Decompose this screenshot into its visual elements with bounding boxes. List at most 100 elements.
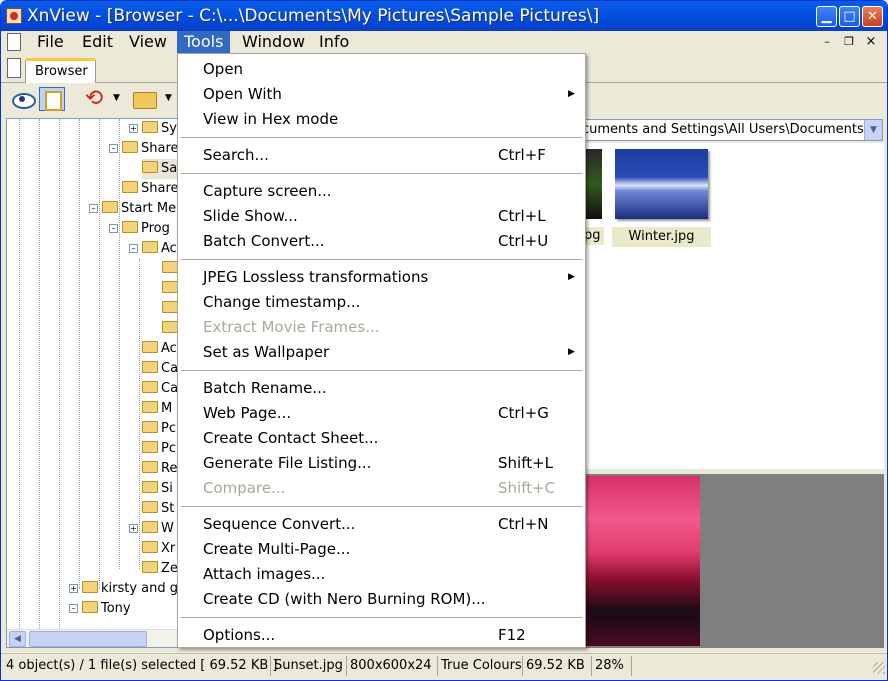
tree-item[interactable]: Xr (142, 539, 175, 559)
close-icon: ✕ (867, 9, 878, 24)
status-zoom: 28% (592, 656, 632, 676)
menu-item-create-cd[interactable]: Create CD (with Nero Burning ROM)... (179, 587, 584, 612)
tree-item[interactable]: – Start Me (89, 199, 176, 219)
tree-item[interactable]: M (142, 399, 172, 419)
tree-item[interactable] (162, 299, 177, 319)
tree-item[interactable]: Ze (142, 559, 177, 579)
tree-item[interactable]: Si (142, 479, 173, 499)
tree-item[interactable]: Pc (142, 439, 176, 459)
menu-item-search[interactable]: Search... Ctrl+F (179, 143, 584, 168)
maximize-button[interactable]: □ (839, 6, 860, 27)
folder-icon[interactable] (131, 87, 157, 111)
preview-pane (584, 474, 884, 648)
mdi-close-icon[interactable]: × (863, 34, 879, 50)
expand-icon[interactable]: + (129, 524, 138, 533)
mdi-restore-icon[interactable]: ❐ (841, 34, 857, 50)
refresh-icon[interactable]: ⟲ (81, 87, 107, 111)
menu-item-set-wallpaper[interactable]: Set as Wallpaper ▶ (179, 340, 584, 365)
document-icon[interactable] (7, 58, 21, 78)
menu-view[interactable]: View (122, 31, 174, 53)
tree-item[interactable]: Sa (142, 159, 177, 179)
collapse-icon[interactable]: – (89, 204, 98, 213)
title-bar[interactable]: XnView - [Browser - C:\...\Documents\My … (1, 1, 887, 31)
document-icon[interactable] (7, 33, 21, 51)
expand-icon[interactable]: + (69, 584, 78, 593)
menu-item-capture-screen[interactable]: Capture screen... (179, 179, 584, 204)
menu-item-slide-show[interactable]: Slide Show... Ctrl+L (179, 204, 584, 229)
tree-item[interactable] (162, 259, 177, 279)
collapse-icon[interactable]: – (69, 604, 78, 613)
tree-item[interactable]: + kirsty and g (69, 579, 177, 599)
submenu-arrow-icon: ▶ (568, 272, 575, 282)
thumbnail-label[interactable]: pg (584, 227, 604, 245)
menu-file[interactable]: File (30, 31, 71, 53)
close-button[interactable]: ✕ (862, 6, 883, 27)
path-combobox[interactable]: cuments and Settings\All Users\Documents… (579, 119, 883, 141)
tree-item[interactable]: + Sy (129, 119, 177, 139)
folder-icon (142, 461, 158, 473)
menu-item-batch-rename[interactable]: Batch Rename... (179, 376, 584, 401)
menu-item-sequence-convert[interactable]: Sequence Convert... Ctrl+N (179, 512, 584, 537)
menu-info[interactable]: Info (312, 31, 356, 53)
collapse-icon[interactable]: – (129, 244, 138, 253)
collapse-icon[interactable]: – (109, 224, 118, 233)
thumbnail-winter-label[interactable]: Winter.jpg (612, 227, 711, 247)
menu-item-open-with[interactable]: Open With ▶ (179, 82, 584, 107)
status-filename: Sunset.jpg (271, 656, 347, 676)
chevron-down-icon[interactable]: ▼ (864, 120, 882, 140)
resize-grip-icon[interactable] (873, 662, 885, 674)
tree-item[interactable]: – Tony (69, 599, 131, 619)
menu-window[interactable]: Window (235, 31, 312, 53)
dropdown-arrow-icon[interactable]: ▼ (113, 93, 120, 103)
scrollbar-thumb[interactable] (29, 631, 147, 647)
menu-separator (181, 370, 582, 371)
menu-item-view-hex[interactable]: View in Hex mode (179, 107, 584, 132)
tree-horizontal-scrollbar[interactable]: ◀ (7, 629, 177, 647)
thumbnail-view[interactable]: pg Winter.jpg (584, 143, 884, 469)
menu-item-attach-images[interactable]: Attach images... (179, 562, 584, 587)
tab-browser[interactable]: Browser (25, 58, 96, 83)
tree-item[interactable]: – Share (109, 139, 177, 159)
tree-item[interactable]: + W (129, 519, 174, 539)
menu-tools[interactable]: Tools (177, 31, 231, 53)
tree-item[interactable]: – Ac (129, 239, 177, 259)
eye-icon[interactable] (9, 87, 36, 111)
folder-tree[interactable]: + Sy – Share Sa Share – Start Me – Prog – Ac … (6, 118, 178, 648)
menu-item-web-page[interactable]: Web Page... Ctrl+G (179, 401, 584, 426)
collapse-icon[interactable]: – (109, 144, 118, 153)
menu-item-options[interactable]: Options... F12 (179, 623, 584, 648)
tree-item[interactable]: Re (142, 459, 177, 479)
thumbnail-image[interactable] (584, 149, 602, 219)
mdi-minimize-icon[interactable]: – (819, 34, 835, 50)
menu-item-contact-sheet[interactable]: Create Contact Sheet... (179, 426, 584, 451)
scroll-left-icon[interactable]: ◀ (9, 631, 26, 647)
menu-item-jpeg-lossless[interactable]: JPEG Lossless transformations ▶ (179, 265, 584, 290)
menu-item-open[interactable]: Open (179, 57, 584, 82)
folder-icon (142, 381, 158, 393)
thumbnail-winter-image[interactable] (615, 149, 708, 219)
folder-icon (162, 261, 177, 273)
tree-item[interactable] (162, 279, 177, 299)
menu-item-change-timestamp[interactable]: Change timestamp... (179, 290, 584, 315)
tree-item[interactable]: Ca (142, 379, 177, 399)
tree-item[interactable]: Ac (142, 339, 177, 359)
menu-edit[interactable]: Edit (75, 31, 120, 53)
xnview-app-icon[interactable] (6, 8, 22, 24)
tree-item[interactable]: Ca (142, 359, 177, 379)
tree-item[interactable]: Share (122, 179, 177, 199)
tree-item[interactable]: St (142, 499, 174, 519)
tree-item[interactable] (162, 319, 177, 339)
menu-item-batch-convert[interactable]: Batch Convert... Ctrl+U (179, 229, 584, 254)
menu-item-file-listing[interactable]: Generate File Listing... Shift+L (179, 451, 584, 476)
folder-icon (142, 241, 158, 253)
dropdown-arrow-icon[interactable]: ▼ (165, 93, 172, 103)
minimize-button[interactable]: ▁ (816, 6, 837, 27)
window-title: XnView - [Browser - C:\...\Documents\My … (27, 6, 600, 26)
fullscreen-icon[interactable] (39, 87, 65, 111)
expand-icon[interactable]: + (129, 124, 138, 133)
menu-item-multi-page[interactable]: Create Multi-Page... (179, 537, 584, 562)
tree-item[interactable]: Pc (142, 419, 176, 439)
tree-item[interactable]: – Prog (109, 219, 170, 239)
folder-icon (162, 281, 177, 293)
folder-icon (142, 421, 158, 433)
